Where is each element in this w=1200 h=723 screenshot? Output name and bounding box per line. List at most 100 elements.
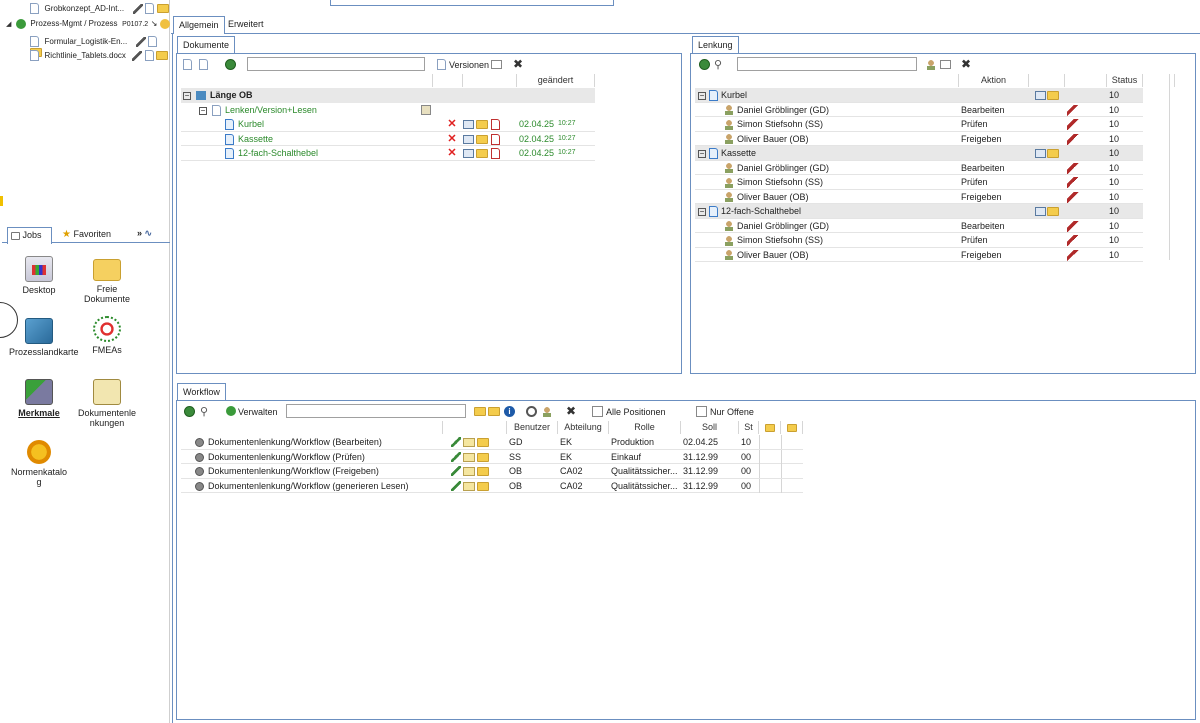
tools-icon[interactable]: ✖: [513, 57, 523, 71]
sign-icon[interactable]: [1067, 191, 1079, 203]
delete-icon[interactable]: ✕: [447, 119, 457, 130]
col-soll[interactable]: Soll: [681, 421, 739, 434]
lenkung-group-row[interactable]: − Kassette 10: [695, 146, 1143, 161]
pdf-icon[interactable]: [491, 119, 500, 130]
tree-item[interactable]: ◢ Prozess-Mgmt / Prozess P0107.2 ↘: [6, 18, 170, 30]
top-field[interactable]: [330, 0, 614, 6]
lenkung-search-input[interactable]: [737, 57, 917, 71]
mail-icon[interactable]: [463, 452, 475, 462]
doc-status-icon[interactable]: [144, 50, 154, 62]
tree-group-row[interactable]: − Lenken/Version+Lesen: [181, 103, 595, 118]
sign-icon[interactable]: [1067, 220, 1079, 232]
collapse-icon[interactable]: −: [183, 92, 191, 100]
lenkung-row[interactable]: Simon Stiefsohn (SS) Prüfen 10: [695, 117, 1143, 132]
edit-icon[interactable]: [132, 50, 143, 61]
folder-icon[interactable]: [1047, 149, 1059, 158]
job-normenkatalog[interactable]: Normenkatalog: [9, 440, 69, 487]
settings-icon[interactable]: [526, 406, 537, 417]
pdf-icon[interactable]: [491, 133, 500, 145]
search-icon[interactable]: ⚲: [200, 405, 208, 418]
dokumente-search-input[interactable]: [247, 57, 425, 71]
mail-icon[interactable]: [463, 467, 475, 476]
folder-icon[interactable]: [477, 467, 489, 476]
delete-icon[interactable]: ✕: [447, 133, 457, 144]
edit-icon[interactable]: [135, 36, 146, 47]
lenkung-row[interactable]: Daniel Gröblinger (GD) Bearbeiten 10: [695, 219, 1143, 233]
job-prozesslandkarte[interactable]: Prozesslandkarte: [9, 318, 79, 357]
folder-icon[interactable]: [1047, 207, 1059, 216]
info-icon[interactable]: i: [504, 406, 515, 417]
tree-item[interactable]: Formular_Logistik-En...: [30, 36, 170, 58]
tab-jobs[interactable]: Jobs: [7, 227, 52, 244]
workflow-row[interactable]: Dokumentenlenkung/Workflow (Freigeben) OB…: [181, 464, 803, 479]
folder-icon[interactable]: [1047, 91, 1059, 100]
dokumente-row[interactable]: 12-fach-Schalthebel ✕ 02.04.25 10:27: [181, 146, 595, 161]
delete-icon[interactable]: ✕: [447, 148, 457, 159]
folder-icon[interactable]: [477, 452, 489, 462]
tab-dokumente[interactable]: Dokumente: [177, 36, 236, 54]
job-fmeas[interactable]: FMEAs: [77, 316, 137, 355]
users-icon[interactable]: [541, 407, 553, 417]
refresh-icon[interactable]: [225, 59, 236, 70]
tree-item[interactable]: Richtlinie_Tablets.docx: [30, 50, 170, 62]
collapse-icon[interactable]: −: [698, 92, 706, 100]
tools-icon[interactable]: ✖: [961, 57, 971, 71]
image-icon[interactable]: [940, 60, 951, 69]
tools-icon[interactable]: ✖: [566, 404, 576, 418]
col-geaendert[interactable]: geändert: [517, 74, 595, 87]
lenkung-group-row[interactable]: − Kurbel 10: [695, 88, 1143, 103]
versions-icon[interactable]: [437, 59, 446, 70]
refresh-icon[interactable]: [699, 59, 710, 70]
pdf-icon[interactable]: [491, 148, 500, 159]
tab-workflow[interactable]: Workflow: [177, 383, 226, 401]
col-status[interactable]: Status: [1107, 74, 1143, 87]
workflow-row[interactable]: Dokumentenlenkung/Workflow (generieren L…: [181, 478, 803, 493]
folder-icon[interactable]: [477, 438, 489, 447]
sign-icon[interactable]: [1067, 249, 1079, 261]
workflow-row[interactable]: Dokumentenlenkung/Workflow (Prüfen) SS EK E…: [181, 449, 803, 464]
folder-icon[interactable]: [476, 149, 488, 158]
lenkung-row[interactable]: Simon Stiefsohn (SS) Prüfen 10: [695, 175, 1143, 190]
sign-icon[interactable]: [1067, 177, 1079, 188]
lenkung-row[interactable]: Oliver Bauer (OB) Freigeben 10: [695, 248, 1143, 262]
verwalten-button[interactable]: Verwalten: [238, 407, 278, 417]
sign-icon[interactable]: [1067, 133, 1079, 145]
workflow-icon[interactable]: [159, 18, 170, 29]
lenkung-row[interactable]: Daniel Gröblinger (GD) Bearbeiten 10: [695, 161, 1143, 175]
user-icon[interactable]: [925, 60, 937, 70]
collapse-icon[interactable]: −: [199, 106, 207, 115]
image-icon[interactable]: [491, 60, 502, 69]
dokumente-row[interactable]: Kurbel ✕ 02.04.25 10:27: [181, 117, 595, 132]
job-merkmale[interactable]: Merkmale: [9, 379, 69, 418]
versions-icon[interactable]: [1035, 207, 1046, 216]
edit-icon[interactable]: [451, 451, 461, 462]
folder-icon[interactable]: [477, 481, 489, 491]
col-aktion[interactable]: Aktion: [959, 74, 1029, 87]
alle-positionen-checkbox[interactable]: [592, 406, 603, 417]
add-folder-icon[interactable]: [474, 407, 486, 416]
col-rolle[interactable]: Rolle: [609, 421, 681, 434]
sign-icon[interactable]: [1067, 162, 1079, 174]
tab-favoriten[interactable]: ★ Favoriten: [60, 228, 120, 242]
new-doc-icon[interactable]: [183, 59, 192, 70]
folder-icon[interactable]: [476, 134, 488, 144]
collapse-icon[interactable]: −: [698, 150, 706, 158]
versions-icon[interactable]: [463, 149, 474, 158]
dokumente-row[interactable]: Kassette ✕ 02.04.25 10:27: [181, 132, 595, 146]
search-icon[interactable]: ⚲: [714, 58, 722, 71]
tab-allgemein[interactable]: Allgemein: [173, 16, 225, 34]
nur-offene-checkbox[interactable]: [696, 406, 707, 417]
edit-icon[interactable]: [451, 437, 461, 447]
open-folder-icon[interactable]: [488, 407, 500, 416]
workflow-search-input[interactable]: [286, 404, 466, 418]
col-abteilung[interactable]: Abteilung: [558, 421, 609, 434]
col-benutzer[interactable]: Benutzer: [507, 421, 558, 434]
versions-icon[interactable]: [463, 134, 474, 144]
versions-icon[interactable]: [1035, 91, 1046, 100]
lenkung-row[interactable]: Oliver Bauer (OB) Freigeben 10: [695, 190, 1143, 204]
sign-icon[interactable]: [1067, 104, 1079, 116]
job-desktop[interactable]: Desktop: [9, 256, 69, 295]
edit-icon[interactable]: [132, 3, 143, 14]
collapse-icon[interactable]: −: [698, 208, 706, 216]
versions-icon[interactable]: [463, 120, 474, 129]
